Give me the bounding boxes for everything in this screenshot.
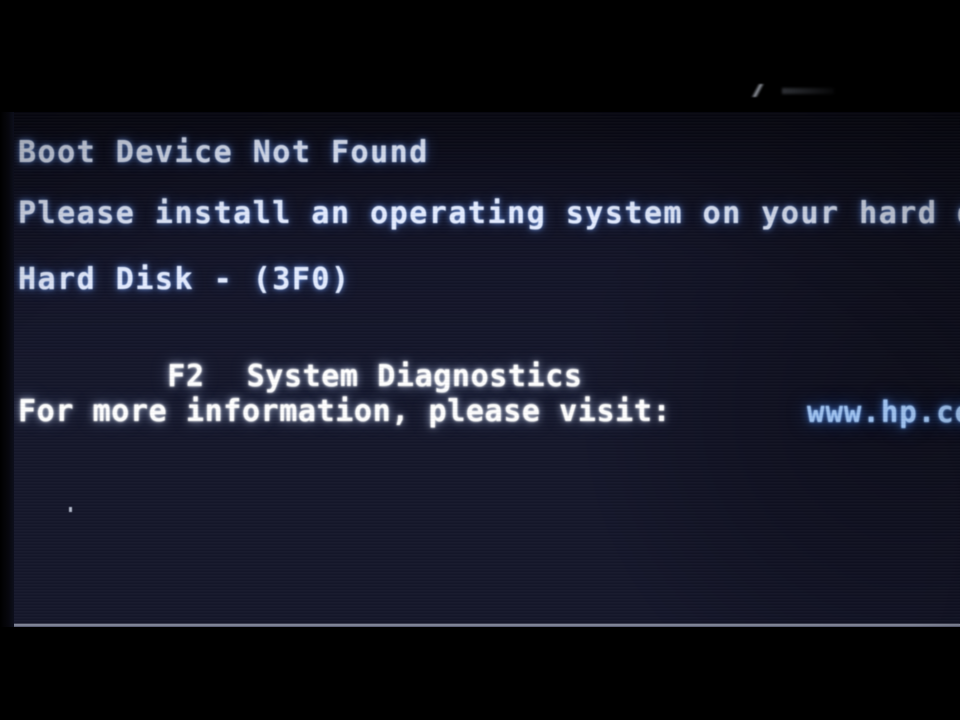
boot-error-title: Boot Device Not Found — [18, 135, 429, 170]
letterbox-bottom — [0, 627, 960, 720]
letterbox-top — [0, 0, 960, 112]
support-url[interactable]: www.hp.com — [807, 398, 960, 427]
bios-error-screen: Boot Device Not Found Please install an … — [12, 110, 960, 628]
lens-glare-streak — [782, 88, 834, 94]
f2-key-label: F2 — [167, 359, 205, 394]
more-information-label: For more information, please visit: — [18, 394, 672, 429]
lens-glare-artifact — [742, 84, 776, 97]
f2-action-label: System Diagnostics — [246, 359, 583, 394]
bios-message-text: Boot Device Not Found Please install an … — [12, 110, 960, 628]
photographed-monitor: Boot Device Not Found Please install an … — [0, 0, 960, 720]
boot-error-instruction: Please install an operating system on yo… — [18, 196, 960, 231]
boot-error-device: Hard Disk - (3F0) — [18, 262, 351, 297]
